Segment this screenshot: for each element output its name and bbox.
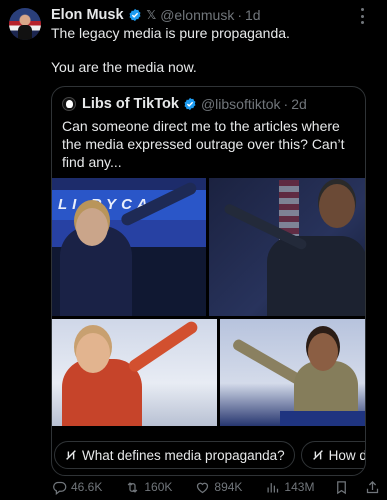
like-button[interactable]: 894K [195,480,242,495]
repost-button[interactable]: 160K [125,480,172,495]
post-text-line: The legacy media is pure propaganda. [51,25,290,41]
grok-chip-label: What defines media propaganda? [82,447,285,463]
media-image[interactable] [209,178,365,316]
platform-glyph: 𝕏 [146,8,157,22]
media-image[interactable] [52,319,217,426]
quote-text: Can someone direct me to the articles wh… [62,118,345,170]
action-bar: 46.6K 160K 894K 143M [52,478,379,496]
verified-badge-icon [129,8,140,22]
bookmark-icon [337,480,347,494]
grok-suggestions: What defines media propaganda? How dc [54,441,365,469]
separator-dot: · [237,7,242,23]
reply-count: 46.6K [71,480,103,494]
post-text: The legacy media is pure propaganda. You… [51,25,371,76]
repost-count: 160K [144,480,173,494]
bookmark-button[interactable] [334,480,349,495]
grok-chip[interactable]: How dc [300,441,365,469]
post-time[interactable]: 1d [245,7,261,23]
quote-avatar [62,97,76,111]
views-button[interactable]: 143M [265,480,314,495]
post-text-line: You are the media now. [51,59,197,75]
post-header: Elon Musk 𝕏 @elonmusk · 1d [51,6,261,24]
author-handle[interactable]: @elonmusk [160,7,234,23]
author-avatar[interactable] [9,8,41,40]
more-options-icon[interactable] [357,8,367,24]
repost-icon [128,481,138,493]
media-image[interactable]: LI RYCA [52,178,206,316]
quote-author-name: Libs of TikTok [82,96,179,112]
author-name[interactable]: Elon Musk [51,7,124,23]
media-image[interactable] [220,319,365,426]
share-button[interactable] [365,480,380,495]
grok-chip[interactable]: What defines media propaganda? [54,441,295,469]
post: Elon Musk 𝕏 @elonmusk · 1d The legacy me… [0,0,387,500]
views-count: 143M [284,480,315,494]
grok-chip-label: How dc [328,447,365,463]
separator-dot: · [283,96,289,112]
quote-media-grid: LI RYCA [52,178,365,426]
like-count: 894K [214,480,243,494]
heart-icon [197,482,209,493]
quote-author-handle: @libsoftiktok [200,96,281,112]
views-icon [267,482,279,492]
verified-badge-icon [184,97,196,111]
quote-header: Libs of TikTok @libsoftiktok · 2d [62,95,307,113]
reply-icon [53,481,67,495]
grok-icon [66,450,76,460]
reply-button[interactable]: 46.6K [52,480,102,495]
share-icon [367,480,379,493]
quoted-post[interactable]: Libs of TikTok @libsoftiktok · 2d Can so… [51,86,366,476]
quote-time: 2d [291,96,307,112]
grok-icon [312,450,323,460]
